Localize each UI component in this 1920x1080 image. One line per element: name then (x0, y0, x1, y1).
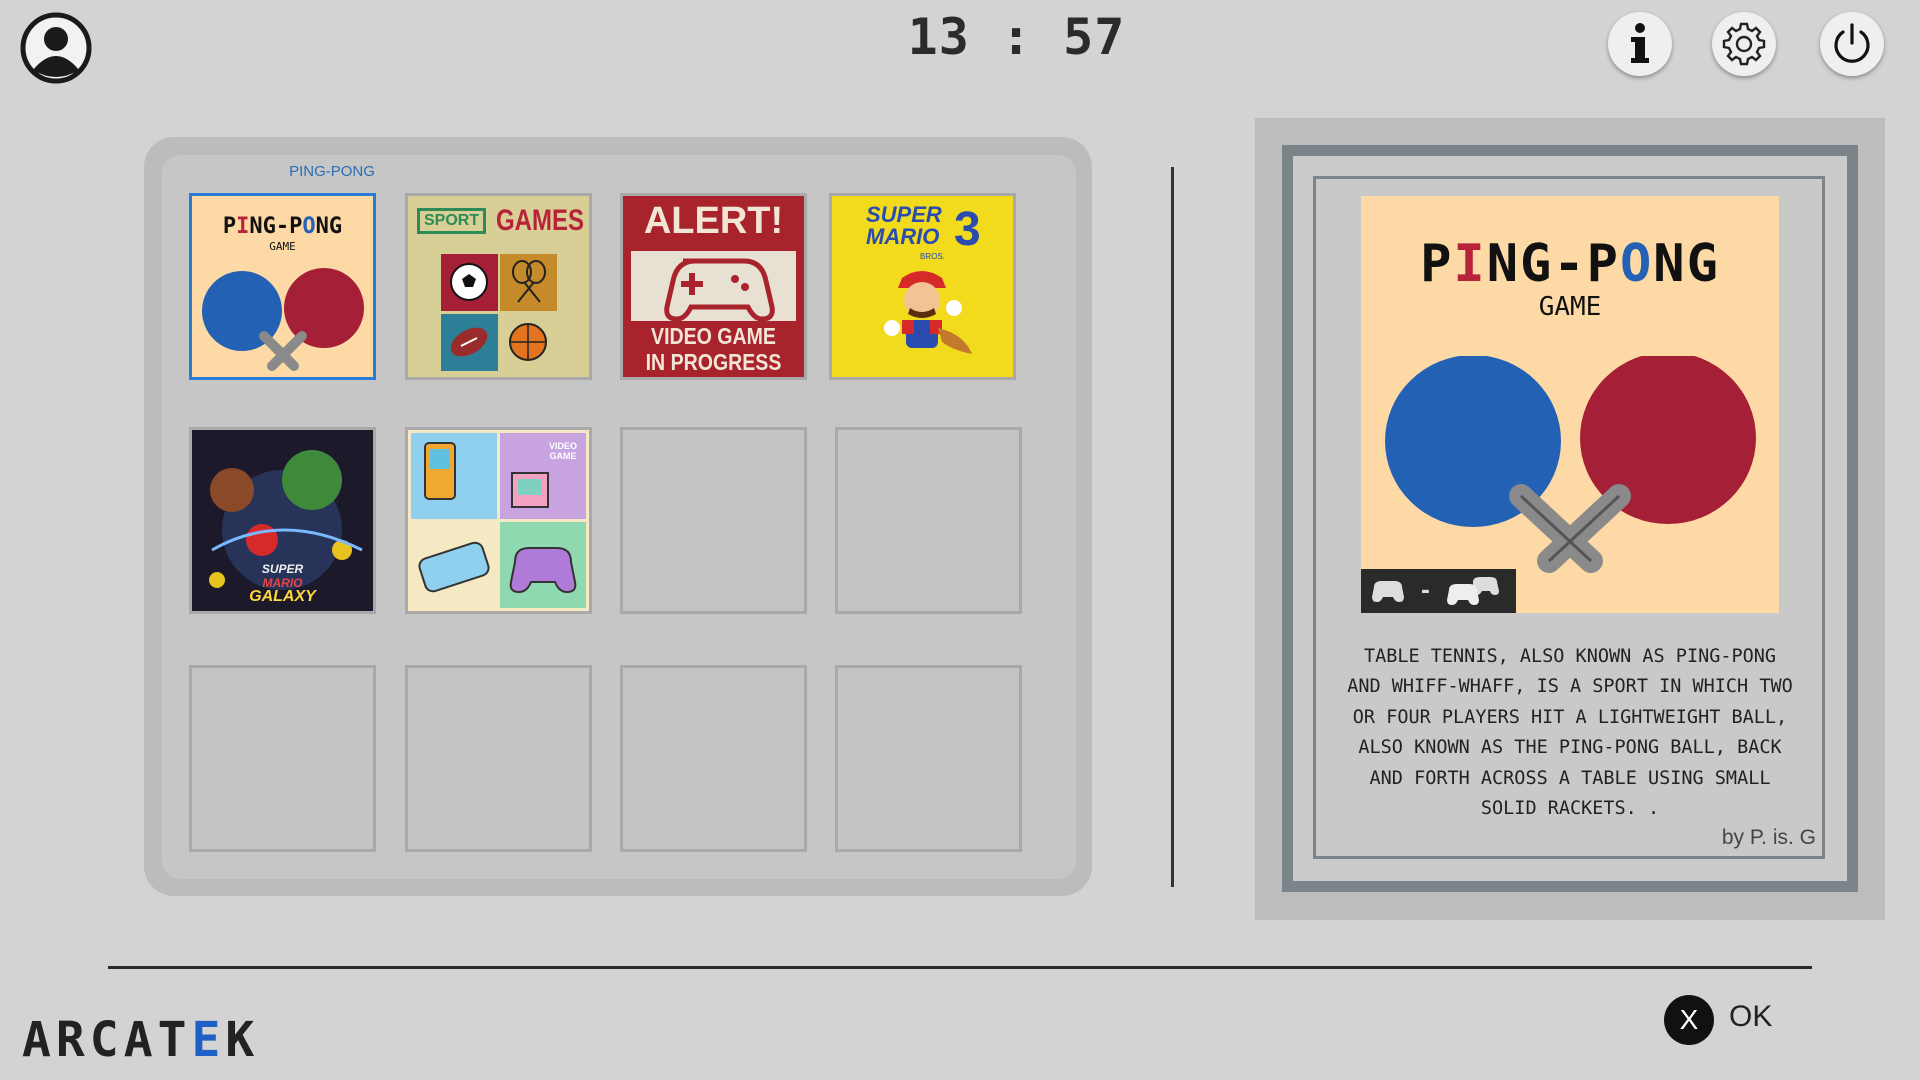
tile-cover-line3: GALAXY (249, 588, 316, 605)
game-tile-sport-games[interactable]: SPORT GAMES (405, 193, 592, 380)
paddles-icon (1385, 356, 1756, 573)
power-icon (1834, 23, 1870, 63)
tennis-rackets-icon (500, 254, 557, 311)
arcade-cabinet-icon: VIDEO GAME (500, 433, 586, 519)
game-description: Table tennis, also known as ping-pong an… (1347, 646, 1793, 820)
handheld-console-icon (411, 433, 497, 519)
detail-cover-title: PING-PONG (1420, 234, 1720, 294)
multi-controller-icon (1447, 577, 1500, 605)
game-tile-video-game-collage[interactable]: VIDEO GAME (405, 427, 592, 614)
player-count-separator: - (1420, 578, 1431, 604)
mario-icon (884, 271, 972, 354)
info-button[interactable] (1608, 12, 1672, 76)
empty-game-slot[interactable] (189, 665, 376, 852)
soccer-ball-icon (441, 254, 498, 311)
empty-game-slot[interactable] (405, 665, 592, 852)
tile-cover-line1: VIDEO GAME (651, 323, 776, 349)
panel-divider (1171, 167, 1174, 887)
paddles-icon (202, 268, 364, 371)
empty-game-slot[interactable] (835, 665, 1022, 852)
user-icon (20, 12, 92, 84)
basketball-icon (500, 314, 557, 371)
football-icon (441, 314, 498, 371)
selected-game-title: PING-PONG (289, 163, 375, 180)
empty-game-slot[interactable] (620, 665, 807, 852)
ok-label: OK (1729, 1000, 1773, 1033)
tile-cover-number: 3 (954, 203, 981, 256)
tile-cover-line2: IN PROGRESS (645, 349, 782, 375)
tile-cover-logo: SUPER MARIO GALAXY (192, 562, 373, 605)
game-tile-alert-video-game[interactable]: ALERT! VIDEO GAME IN PROGRESS (620, 193, 807, 380)
brand-logo: ARCATEK (22, 1012, 259, 1068)
tile-cover-line1: SUPER (261, 562, 304, 576)
tile-cover-tag: SPORT (417, 208, 487, 234)
footer-divider (108, 966, 1812, 969)
gamepad-icon (631, 251, 796, 322)
game-tile-ping-pong[interactable]: PING-PONG GAME (189, 193, 376, 380)
tile-cover-subtitle: GAME (269, 240, 296, 253)
brand-logo-part1: ARCAT (22, 1012, 192, 1068)
tile-cover-label: VIDEO GAME (548, 441, 577, 461)
empty-game-slot[interactable] (835, 427, 1022, 614)
tile-cover-title: SUPER MARIO (866, 202, 942, 249)
profile-button[interactable] (20, 12, 92, 84)
x-button-icon[interactable]: X (1664, 995, 1714, 1045)
tile-cover-title: GAMES (496, 204, 585, 237)
controller-icon (500, 522, 586, 608)
game-tile-super-mario-galaxy[interactable]: SUPER MARIO GALAXY (189, 427, 376, 614)
brand-logo-accent: E (191, 1012, 226, 1068)
power-button[interactable] (1820, 12, 1884, 76)
empty-game-slot[interactable] (620, 427, 807, 614)
clock: 13 : 57 (907, 8, 1126, 66)
gamepad-icon (411, 522, 497, 608)
brand-logo-part3: K (225, 1012, 260, 1068)
tile-cover-title: ALERT! (643, 200, 784, 242)
info-icon (1631, 23, 1649, 63)
detail-cover-art: PING-PONG GAME - (1361, 196, 1779, 613)
settings-button[interactable] (1712, 12, 1776, 76)
gear-icon (1722, 22, 1766, 66)
detail-cover-subtitle: GAME (1538, 292, 1602, 322)
player-count-badge: - (1361, 569, 1516, 613)
single-controller-icon (1371, 581, 1404, 602)
tile-cover-caption: VIDEO GAME IN PROGRESS (637, 323, 791, 375)
game-tile-super-mario-bros-3[interactable]: SUPER MARIO 3 BROS. (829, 193, 1016, 380)
game-author: by P. is. G (1721, 826, 1816, 849)
tile-cover-title: PING-PONG (222, 214, 343, 239)
